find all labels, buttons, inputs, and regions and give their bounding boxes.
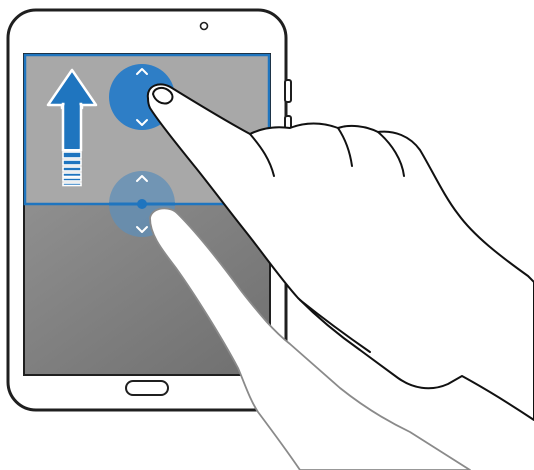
illustration-canvas [6, 8, 534, 470]
multi-window-resize-illustration [0, 0, 534, 470]
volume-button [284, 79, 292, 103]
handle-center-dot [137, 199, 147, 209]
arrow-trail [62, 151, 82, 187]
arrow-shaft-fill [64, 102, 80, 149]
home-button[interactable] [125, 380, 169, 396]
camera-dot [199, 21, 209, 31]
